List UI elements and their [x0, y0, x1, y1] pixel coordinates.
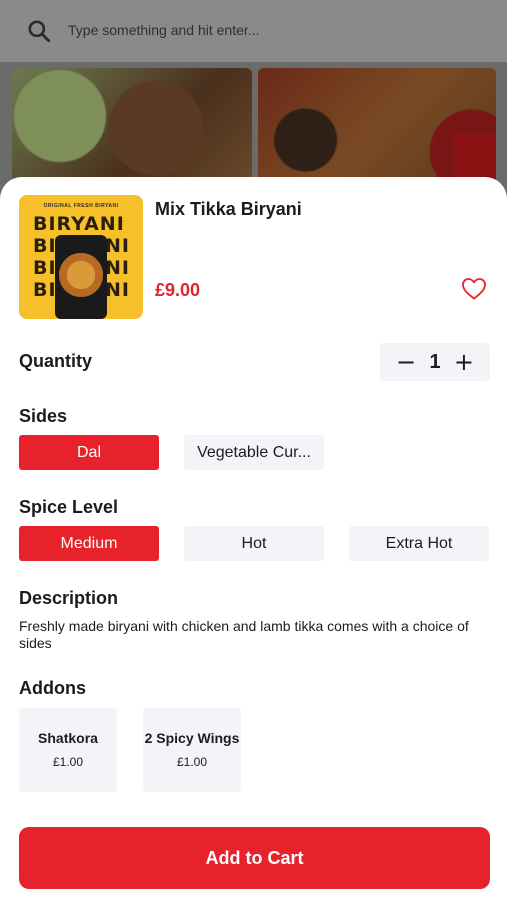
side-option-vegetable-curry[interactable]: Vegetable Cur... — [184, 435, 324, 470]
quantity-stepper[interactable]: − 1 + — [380, 343, 490, 381]
spice-option-extra-hot[interactable]: Extra Hot — [349, 526, 489, 561]
favorite-heart-icon[interactable] — [461, 277, 487, 301]
search-bar[interactable]: Type something and hit enter... — [0, 0, 507, 62]
add-to-cart-button[interactable]: Add to Cart — [19, 827, 490, 889]
search-input[interactable]: Type something and hit enter... — [68, 22, 259, 38]
addon-name: 2 Spicy Wings — [144, 730, 240, 746]
sides-label: Sides — [19, 406, 68, 426]
side-option-dal[interactable]: Dal — [19, 435, 159, 470]
food-tile-image[interactable] — [12, 68, 252, 188]
decrease-quantity-button[interactable]: − — [396, 350, 416, 374]
product-price: £9.00 — [155, 280, 201, 300]
food-tile-image[interactable] — [258, 68, 496, 188]
increase-quantity-button[interactable]: + — [454, 350, 474, 374]
spice-level-label: Spice Level — [19, 497, 119, 517]
product-name: Mix Tikka Biryani — [155, 199, 302, 219]
description-text: Freshly made biryani with chicken and la… — [19, 618, 469, 651]
quantity-value: 1 — [429, 350, 441, 373]
product-image: ORIGINAL FRESH BIRYANI BIRYANI BI NI BI … — [19, 195, 143, 319]
description-label: Description — [19, 588, 119, 608]
biryani-plate-graphic — [59, 253, 103, 297]
quantity-label: Quantity — [19, 351, 93, 371]
addon-price: £1.00 — [52, 755, 84, 769]
spice-option-hot[interactable]: Hot — [184, 526, 324, 561]
product-detail-sheet: ORIGINAL FRESH BIRYANI BIRYANI BI NI BI … — [0, 177, 507, 900]
addon-name: Shatkora — [38, 730, 98, 746]
addon-price: £1.00 — [176, 755, 208, 769]
spice-option-medium[interactable]: Medium — [19, 526, 159, 561]
addons-label: Addons — [19, 678, 86, 698]
addon-card[interactable]: Shatkora £1.00 — [19, 708, 117, 792]
search-icon — [28, 20, 51, 43]
addon-card[interactable]: 2 Spicy Wings £1.00 — [143, 708, 241, 792]
